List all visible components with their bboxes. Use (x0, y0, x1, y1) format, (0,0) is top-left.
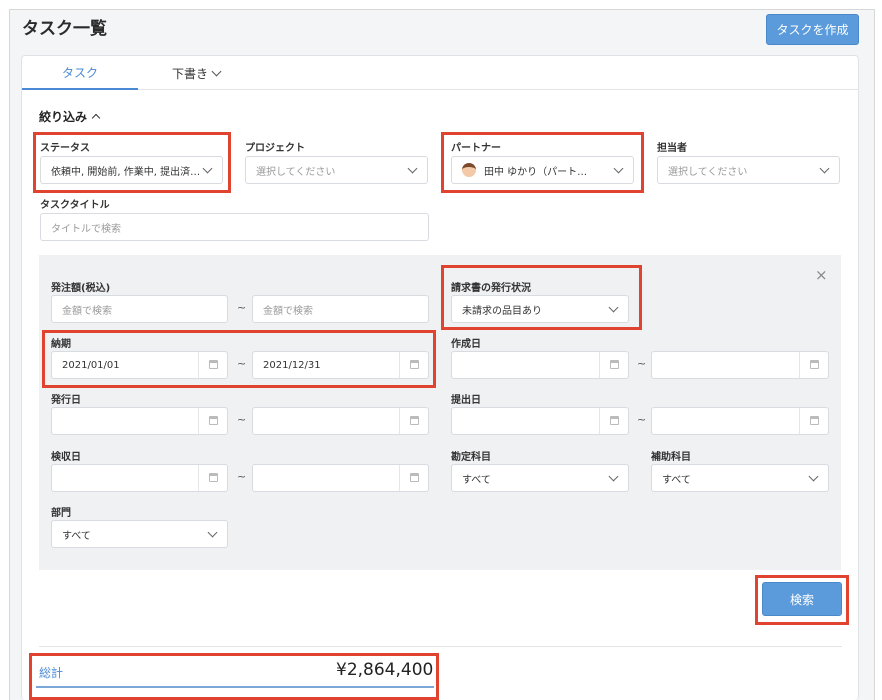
department-select[interactable]: すべて (51, 520, 228, 548)
order-amount-to-input[interactable]: 金額で検索 (252, 295, 429, 323)
filter-toggle[interactable]: 絞り込み (39, 108, 101, 125)
order-amount-from-input[interactable]: 金額で検索 (51, 295, 228, 323)
calendar-icon[interactable] (410, 473, 419, 482)
chevron-down-icon (608, 471, 619, 482)
field-divider (399, 465, 400, 491)
filter-toggle-label: 絞り込み (39, 110, 88, 124)
project-select[interactable]: 選択してください (245, 156, 428, 184)
assignee-select[interactable]: 選択してください (657, 156, 840, 184)
assignee-placeholder: 選択してください (668, 166, 748, 178)
submit-date-from-input[interactable] (451, 407, 629, 435)
range-separator: ~ (637, 413, 647, 426)
chevron-down-icon (211, 66, 222, 76)
created-date-to-input[interactable] (651, 351, 829, 379)
task-title-label: タスクタイトル (40, 200, 110, 211)
calendar-icon[interactable] (209, 473, 218, 482)
inspection-date-label: 検収日 (51, 452, 81, 463)
submit-date-to-input[interactable] (651, 407, 829, 435)
task-title-input[interactable]: タイトルで検索 (40, 213, 429, 241)
created-date-from-input[interactable] (451, 351, 629, 379)
field-divider (799, 408, 800, 434)
field-divider (799, 352, 800, 378)
assignee-label: 担当者 (657, 143, 687, 154)
chevron-down-icon (819, 163, 830, 174)
tab-bar: タスク 下書き (22, 56, 858, 90)
chevron-up-icon (91, 113, 101, 122)
total-highlight-box (29, 653, 439, 700)
sub-account-item-label: 補助科目 (651, 452, 691, 463)
task-title-placeholder: タイトルで検索 (51, 223, 121, 235)
chevron-down-icon (207, 527, 218, 538)
due-date-highlight-box (42, 330, 436, 388)
chevron-down-icon (808, 471, 819, 482)
range-separator: ~ (237, 301, 247, 314)
tab-draft-label: 下書き (171, 66, 208, 81)
project-placeholder: 選択してください (256, 166, 336, 178)
range-separator: ~ (237, 470, 247, 483)
create-task-button[interactable]: タスクを作成 (766, 14, 859, 45)
inspection-date-from-input[interactable] (51, 464, 228, 492)
department-value: すべて (62, 530, 91, 542)
field-divider (599, 352, 600, 378)
search-button-highlight-box (755, 575, 849, 625)
partner-highlight-box (441, 132, 644, 193)
calendar-icon[interactable] (410, 416, 419, 425)
field-divider (198, 465, 199, 491)
order-amount-label: 発注額(税込) (51, 283, 111, 294)
calendar-icon[interactable] (610, 416, 619, 425)
field-divider (399, 408, 400, 434)
issue-date-from-input[interactable] (51, 407, 228, 435)
issue-date-to-input[interactable] (252, 407, 429, 435)
close-icon[interactable]: × (815, 266, 828, 284)
order-amount-from-placeholder: 金額で検索 (62, 305, 112, 317)
account-item-value: すべて (462, 474, 491, 486)
field-divider (599, 408, 600, 434)
sub-account-item-select[interactable]: すべて (651, 464, 829, 492)
account-item-select[interactable]: すべて (451, 464, 629, 492)
tab-draft[interactable]: 下書き (162, 56, 230, 90)
order-amount-to-placeholder: 金額で検索 (263, 305, 313, 317)
calendar-icon[interactable] (209, 416, 218, 425)
invoice-status-highlight-box (441, 265, 642, 330)
inspection-date-to-input[interactable] (252, 464, 429, 492)
calendar-icon[interactable] (810, 416, 819, 425)
account-item-label: 勘定科目 (451, 452, 491, 463)
tab-task-label: タスク (61, 65, 98, 80)
range-separator: ~ (637, 357, 647, 370)
calendar-icon[interactable] (810, 360, 819, 369)
issue-date-label: 発行日 (51, 395, 81, 406)
project-label: プロジェクト (245, 143, 305, 154)
range-separator: ~ (237, 413, 247, 426)
chevron-down-icon (407, 163, 418, 174)
sub-account-item-value: すべて (662, 474, 691, 486)
field-divider (198, 408, 199, 434)
tab-task[interactable]: タスク (22, 56, 138, 90)
calendar-icon[interactable] (610, 360, 619, 369)
page-title: タスク一覧 (22, 19, 107, 39)
submit-date-label: 提出日 (451, 395, 481, 406)
created-date-label: 作成日 (451, 339, 481, 350)
department-label: 部門 (51, 508, 71, 519)
section-divider (39, 646, 842, 647)
status-highlight-box (33, 132, 231, 193)
